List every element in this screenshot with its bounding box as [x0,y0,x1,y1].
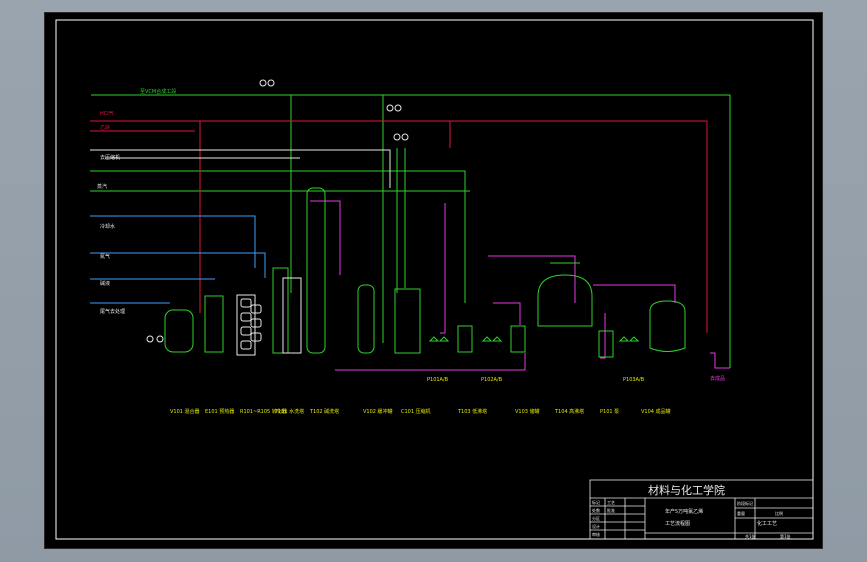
stream-label-purge: 尾气去处理 [100,308,125,315]
tag-0: V101 混合器 [170,408,200,415]
tag-1: E101 预热器 [205,408,234,415]
equipment-t101b [282,277,302,354]
process-flow-diagram: 至VCM合成工段 蒸汽 HCl气 乙炔 去压缩机 冷却水 氮气 碱液 尾气去处理… [55,19,814,540]
title-drawing-2: 工艺流程图 [665,520,690,527]
cell-1: 处数 [592,507,600,513]
cell-9: 比例 [775,510,783,516]
cell-2: 分区 [592,515,600,521]
tag-6: C101 压缩机 [401,408,431,415]
blue-water-lines [90,215,266,304]
cell-11: 第1张 [780,533,791,539]
white-utility-lines [90,149,391,188]
tag-5: V102 缓冲罐 [363,408,393,415]
cell-0: 标记 [592,499,600,505]
drawing-sheet: 至VCM合成工段 蒸汽 HCl气 乙炔 去压缩机 冷却水 氮气 碱液 尾气去处理… [44,12,823,549]
magenta-product-lines [310,200,730,371]
equipment-v101 [164,309,194,353]
cell-3: 设计 [592,523,600,529]
pump-tag-2: P103A/B [623,377,645,383]
equipment-e101 [204,295,224,353]
pump-tag-1: P102A/B [481,377,503,383]
cell-5: 工艺 [607,500,615,505]
equipment-t101 [272,267,289,354]
equipment-v104 [457,325,473,353]
equipment-r201 [537,274,593,327]
equipment-v103 [394,288,421,354]
cell-6: 批准 [607,507,615,513]
cell-10: 共1张 [745,533,756,539]
tag-9: T104 高沸塔 [554,408,584,415]
stream-label-water: 冷却水 [100,223,115,230]
tag-11: V104 成品罐 [641,408,671,415]
equipment-v106 [598,330,614,358]
equipment-t102 [306,187,326,354]
green-process-lines [90,94,731,368]
tag-7: T103 低沸塔 [457,408,487,415]
cell-8: 重量 [737,510,745,516]
tag-10: P101 泵 [600,409,619,415]
equipment-v107 [649,300,686,352]
equipment-t103 [357,284,375,354]
title-class: 化工工艺 [757,520,777,527]
stream-label-c2h2: 乙炔 [100,124,110,131]
stream-label-product: 去成品 [710,375,725,382]
pump-tag-0: P101A/B [427,377,449,383]
stream-label-top: 至VCM合成工段 [140,88,176,95]
stream-label-n2: 氮气 [100,253,110,260]
cell-4: 审核 [592,531,600,537]
pump-symbols [428,336,640,342]
stream-label-hcl: HCl气 [100,110,114,117]
title-school: 材料与化工学院 [648,483,725,497]
title-drawing-1: 年产5万吨氯乙烯 [665,508,703,515]
equipment-tag-row: V101 混合器 E101 预热器 R101~R105 转化器 T101 水洗塔… [170,377,671,415]
tag-8: V103 储罐 [515,408,540,415]
stream-label-alkali: 碱液 [100,280,110,287]
equipment-reactors [236,294,262,356]
tag-3: T101 水洗塔 [274,408,304,415]
stream-label-recycle: 去压缩机 [100,154,120,161]
tag-4: T102 碱洗塔 [309,408,339,415]
equipment-v105 [510,325,526,353]
instrument-bubbles [146,79,409,343]
cell-7: 阶段标记 [737,500,753,506]
red-process-lines [90,120,708,333]
stream-label-steam: 蒸汽 [97,183,107,190]
